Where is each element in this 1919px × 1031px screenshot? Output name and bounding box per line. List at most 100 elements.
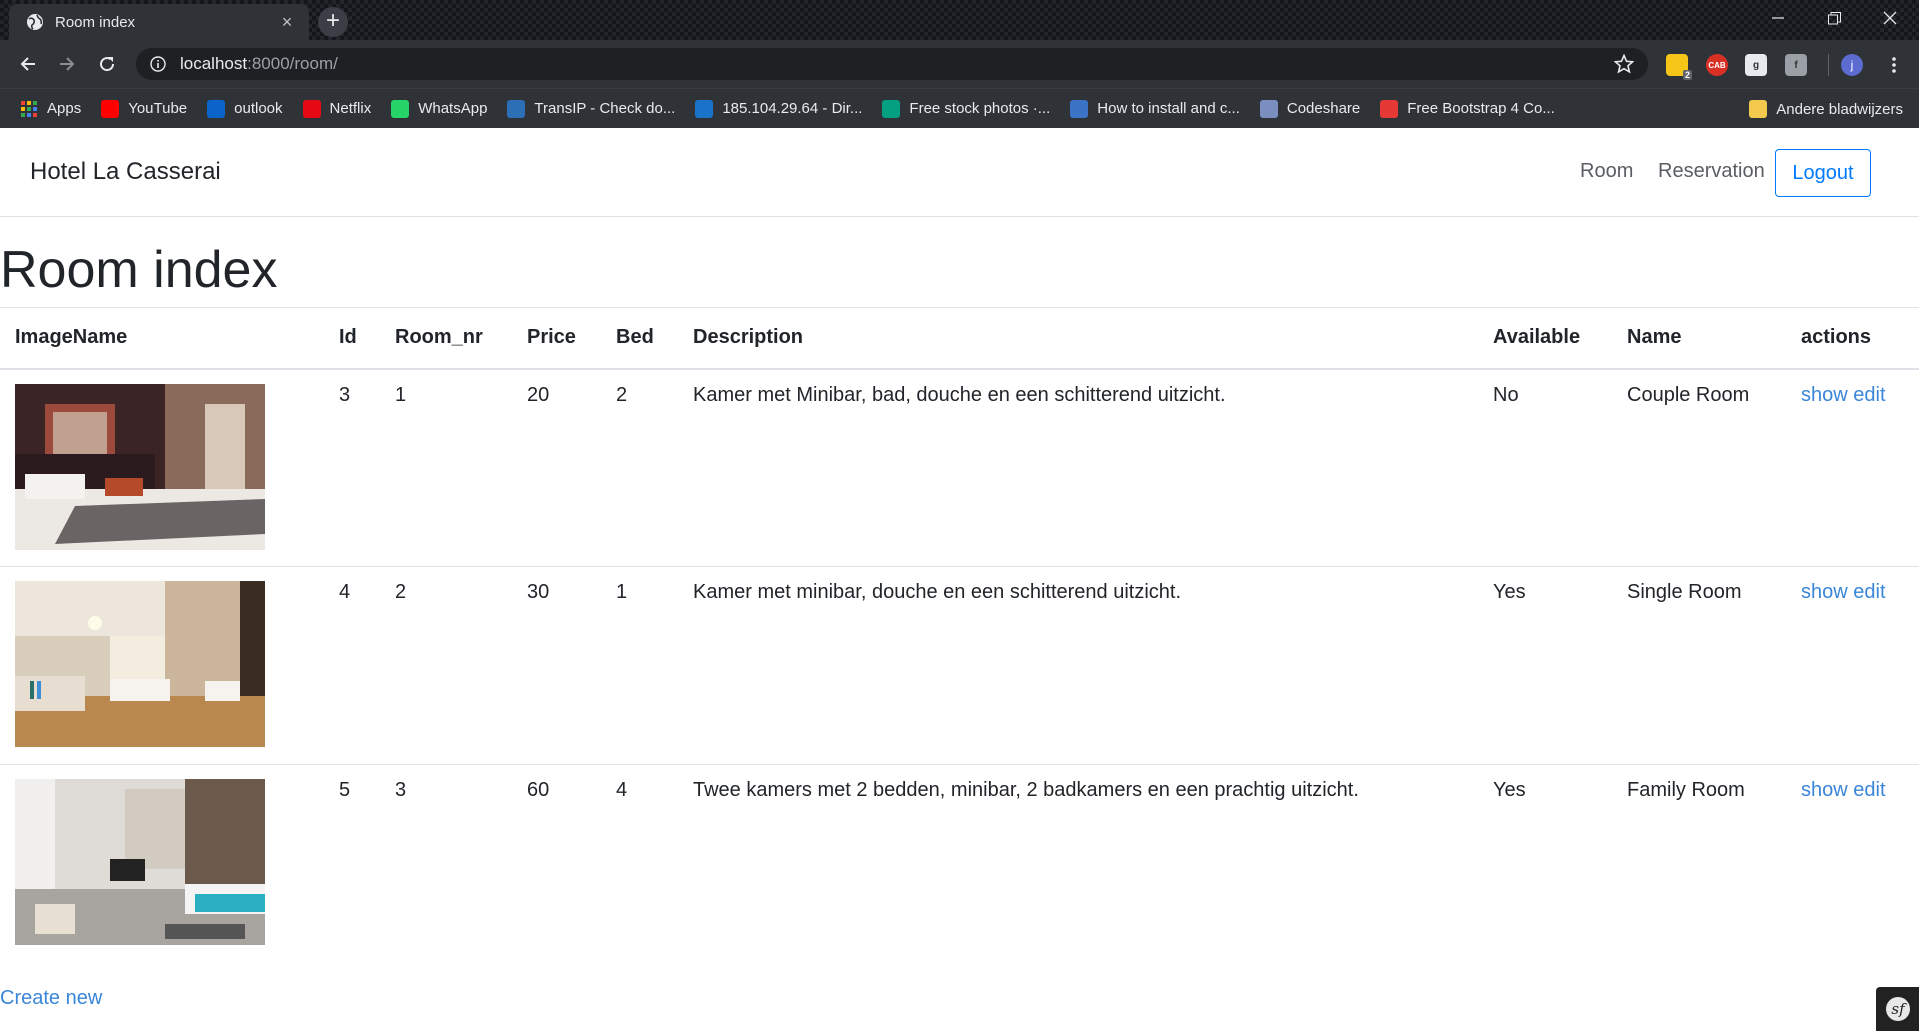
image-cell — [0, 566, 324, 765]
profile-avatar[interactable]: j — [1841, 54, 1863, 76]
info-icon[interactable] — [150, 56, 166, 72]
s-logo-icon — [1380, 99, 1399, 118]
table-row: 5 3 60 4 Twee kamers met 2 bedden, minib… — [0, 764, 1919, 963]
symfony-logo-icon: sf — [1885, 997, 1910, 1021]
extension-g-icon[interactable]: g — [1745, 54, 1767, 76]
show-link[interactable]: show — [1801, 779, 1848, 801]
col-header-name: Name — [1612, 307, 1786, 370]
col-header-description: Description — [678, 307, 1478, 370]
kebab-dots-icon — [1892, 57, 1896, 73]
site-brand[interactable]: Hotel La Casserai — [30, 158, 221, 186]
bookmark-label: Netflix — [329, 100, 372, 117]
close-window-button[interactable] — [1862, 0, 1918, 36]
id-cell: 3 — [324, 368, 380, 567]
page-title: Room index — [0, 241, 278, 299]
pexels-icon — [882, 99, 901, 118]
extension-cab-icon[interactable]: CAB — [1706, 54, 1728, 76]
bookmark-label: TransIP - Check do... — [534, 100, 676, 117]
minimize-icon — [1772, 17, 1784, 19]
tab-title: Room index — [55, 13, 136, 31]
more-menu-icon[interactable] — [1883, 54, 1905, 76]
bookmark-item[interactable]: Free stock photos ·... — [872, 95, 1060, 123]
bookmark-item[interactable]: Codeshare — [1250, 95, 1370, 123]
create-new-link[interactable]: Create new — [0, 987, 102, 1010]
bookmark-item[interactable]: Free Bootstrap 4 Co... — [1370, 95, 1565, 123]
room-thumbnail-image[interactable] — [15, 383, 265, 550]
netflix-icon — [302, 99, 321, 118]
bookmark-label: Apps — [47, 100, 82, 117]
room-table: ImageName Id Room_nr Price Bed Descripti… — [0, 307, 1919, 963]
minimize-button[interactable] — [1750, 0, 1806, 36]
logout-button[interactable]: Logout — [1775, 149, 1871, 197]
description-cell: Kamer met minibar, douche en een schitte… — [678, 566, 1478, 765]
toolbar-divider — [1828, 54, 1829, 76]
image-cell — [0, 368, 324, 567]
address-bar[interactable]: localhost:8000/room/ — [136, 48, 1648, 80]
back-button[interactable] — [12, 48, 44, 80]
price-cell: 20 — [512, 368, 601, 567]
bookmarks-bar: Apps YouTube outlook Netflix WhatsApp TransIP… — [0, 88, 1919, 128]
bookmark-item[interactable]: YouTube — [91, 95, 197, 123]
table-row: 4 2 30 1 Kamer met minibar, douche en ee… — [0, 566, 1919, 765]
arrow-left-icon — [20, 57, 35, 71]
reload-button[interactable] — [91, 48, 123, 80]
close-icon — [1883, 11, 1897, 25]
bookmark-item[interactable]: TransIP - Check do... — [497, 95, 685, 123]
nav-reservation-link[interactable]: Reservation — [1658, 160, 1765, 183]
url-text[interactable]: localhost:8000/room/ — [180, 54, 1614, 74]
restore-button[interactable] — [1806, 0, 1862, 36]
youtube-icon — [101, 99, 120, 118]
edit-link[interactable]: edit — [1853, 779, 1885, 801]
show-link[interactable]: show — [1801, 384, 1848, 406]
table-header-row: ImageName Id Room_nr Price Bed Descripti… — [0, 307, 1919, 370]
browser-toolbar: localhost:8000/room/ 2 CAB g f j — [0, 40, 1919, 88]
bookmark-label: Free stock photos ·... — [909, 100, 1051, 117]
description-cell: Twee kamers met 2 bedden, minibar, 2 bad… — [678, 764, 1478, 963]
id-cell: 4 — [324, 566, 380, 765]
extension-f-icon[interactable]: f — [1785, 54, 1807, 76]
description-cell: Kamer met Minibar, bad, douche en een sc… — [678, 368, 1478, 567]
transip-icon — [507, 99, 526, 118]
col-header-actions: actions — [1786, 307, 1919, 370]
site-navbar: Hotel La Casserai Room Reservation Logou… — [0, 128, 1919, 217]
outlook-icon — [207, 99, 226, 118]
eye-icon — [1070, 99, 1089, 118]
bookmark-item[interactable]: How to install and c... — [1060, 95, 1250, 123]
url-path: :8000/room/ — [247, 54, 338, 73]
directadmin-icon — [695, 99, 714, 118]
bookmark-label: Free Bootstrap 4 Co... — [1407, 100, 1555, 117]
actions-cell: show edit — [1786, 368, 1919, 567]
bookmark-star-icon[interactable] — [1614, 54, 1634, 74]
bookmark-item[interactable]: outlook — [197, 95, 292, 123]
bed-cell: 2 — [601, 368, 678, 567]
arrow-right-icon — [60, 57, 75, 71]
forward-button[interactable] — [51, 48, 83, 80]
new-tab-button[interactable]: + — [318, 7, 348, 37]
other-bookmarks-folder[interactable]: Andere bladwijzers — [1739, 95, 1913, 123]
room-thumbnail-image[interactable] — [15, 779, 265, 945]
restore-icon — [1827, 11, 1841, 24]
url-host: localhost — [180, 54, 248, 73]
name-cell: Couple Room — [1612, 368, 1786, 567]
bookmark-item[interactable]: Apps — [10, 95, 91, 123]
codeshare-icon — [1259, 99, 1278, 118]
tab-strip: Room index × + — [0, 0, 1919, 40]
browser-tab[interactable]: Room index × — [9, 4, 309, 40]
room-thumbnail-image[interactable] — [15, 581, 265, 747]
globe-icon — [27, 14, 43, 30]
edit-link[interactable]: edit — [1853, 384, 1885, 406]
reload-icon — [100, 57, 115, 72]
extension-notes-icon[interactable]: 2 — [1666, 54, 1692, 80]
bookmark-item[interactable]: 185.104.29.64 - Dir... — [685, 95, 872, 123]
bookmark-item[interactable]: WhatsApp — [381, 95, 497, 123]
available-cell: No — [1478, 368, 1612, 567]
symfony-toolbar-toggle[interactable]: sf — [1876, 987, 1919, 1031]
show-link[interactable]: show — [1801, 581, 1848, 603]
bookmark-item[interactable]: Netflix — [293, 95, 382, 123]
edit-link[interactable]: edit — [1853, 581, 1885, 603]
bed-cell: 4 — [601, 764, 678, 963]
nav-room-link[interactable]: Room — [1580, 160, 1633, 183]
bookmark-label: 185.104.29.64 - Dir... — [722, 100, 863, 117]
tab-close-icon[interactable]: × — [275, 12, 299, 33]
col-header-id: Id — [324, 307, 380, 370]
